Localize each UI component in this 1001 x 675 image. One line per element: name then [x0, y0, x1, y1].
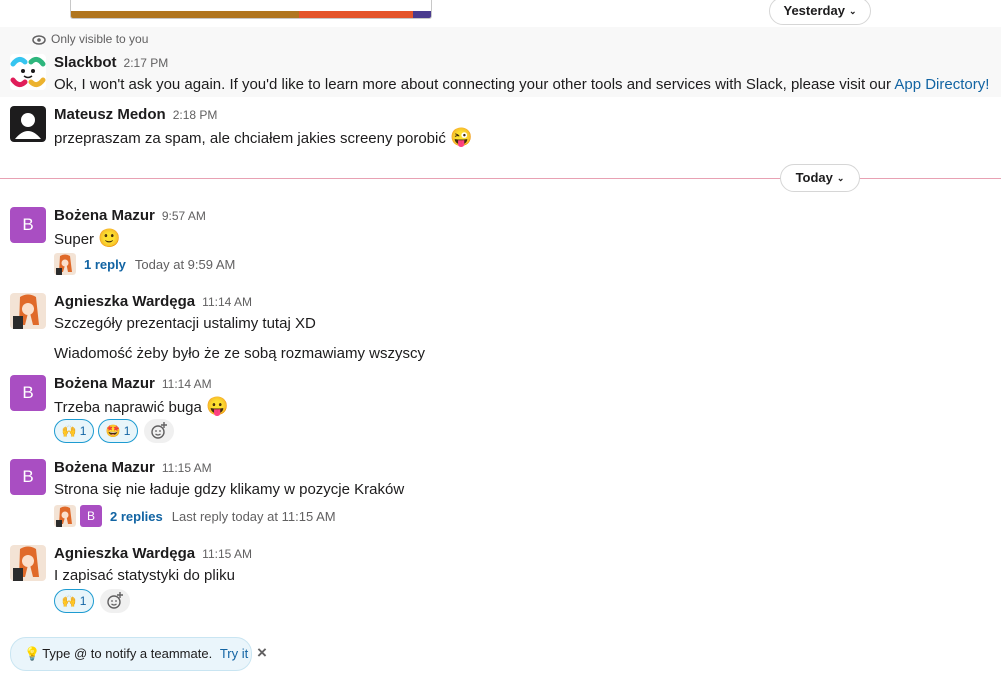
message-header: Mateusz Medon 2:18 PM	[54, 106, 217, 124]
timestamp[interactable]: 11:14 AM	[162, 377, 212, 391]
reaction-count: 1	[123, 424, 131, 438]
timestamp[interactable]: 11:15 AM	[162, 461, 212, 475]
raised-hands-emoji-icon: 🙌	[61, 424, 77, 438]
raised-hands-emoji-icon: 🙌	[61, 594, 77, 608]
reaction-raised-hands[interactable]: 🙌 1	[54, 589, 94, 613]
message-text: Trzeba naprawić buga 😛	[54, 396, 229, 416]
message-text: przepraszam za spam, ale chciałem jakies…	[54, 127, 473, 147]
thread-summary[interactable]: 1 reply Today at 9:59 AM	[54, 252, 235, 276]
timestamp[interactable]: 2:17 PM	[124, 56, 169, 70]
author-name[interactable]: Bożena Mazur	[54, 375, 155, 392]
message-header: Agnieszka Wardęga 11:14 AM	[54, 293, 252, 311]
tongue-wink-emoji-icon: 😜	[450, 127, 473, 147]
avatar-default[interactable]	[10, 106, 46, 142]
add-reaction-icon	[107, 592, 123, 609]
try-it-link[interactable]: Try it	[220, 646, 248, 661]
reaction-count: 1	[79, 424, 87, 438]
author-name[interactable]: Agnieszka Wardęga	[54, 545, 195, 562]
eye-icon	[32, 35, 46, 45]
add-reaction-button[interactable]	[144, 419, 174, 443]
timestamp[interactable]: 9:57 AM	[162, 209, 206, 223]
date-divider-yesterday[interactable]: Yesterday ⌄	[769, 0, 871, 25]
author-name[interactable]: Bożena Mazur	[54, 459, 155, 476]
message-header: Bożena Mazur 11:15 AM	[54, 459, 212, 477]
add-reaction-icon	[151, 422, 167, 439]
only-visible-note: Only visible to you	[32, 32, 148, 46]
author-name[interactable]: Bożena Mazur	[54, 207, 155, 224]
lightbulb-icon: 💡	[24, 646, 41, 661]
avatar[interactable]	[10, 545, 46, 581]
tongue-emoji-icon: 😛	[206, 396, 229, 416]
reaction-raised-hands[interactable]: 🙌 1	[54, 419, 94, 443]
add-reaction-button[interactable]	[100, 589, 130, 613]
message-header: Agnieszka Wardęga 11:15 AM	[54, 545, 252, 563]
bozena-thread-avatar: B	[80, 505, 102, 527]
bar-segment	[299, 11, 413, 18]
agnieszka-thread-avatar	[54, 505, 76, 527]
chevron-down-icon: ⌄	[848, 6, 857, 16]
date-divider-today[interactable]: Today ⌄	[780, 164, 860, 192]
message-text: Super 🙂	[54, 228, 121, 248]
message-text: Wiadomość żeby było że ze sobą rozmawiam…	[54, 345, 425, 362]
agnieszka-thread-avatar	[54, 253, 76, 275]
avatar[interactable]: B	[10, 375, 46, 411]
bar-segment	[71, 11, 299, 18]
message-text: Ok, I won't ask you again. If you'd like…	[54, 76, 990, 93]
message-text: I zapisać statystyki do pliku	[54, 567, 235, 584]
attachment-preview-bar	[70, 0, 432, 19]
star-struck-emoji-icon: 🤩	[105, 424, 121, 438]
reply-count-link[interactable]: 1 reply	[84, 257, 126, 272]
hint-text: Type @ to notify a teammate.	[42, 646, 213, 661]
avatar[interactable]	[10, 293, 46, 329]
message-text: Strona się nie ładuje gdzy klikamy w poz…	[54, 481, 405, 498]
reaction-star-struck[interactable]: 🤩 1	[98, 419, 138, 443]
author-name[interactable]: Mateusz Medon	[54, 106, 166, 123]
mention-hint-banner: 💡 Type @ to notify a teammate. Try it	[10, 637, 252, 671]
timestamp[interactable]: 2:18 PM	[173, 108, 218, 122]
reply-count-link[interactable]: 2 replies	[110, 509, 163, 524]
close-hint-icon[interactable]: ×	[257, 643, 267, 663]
avatar[interactable]: B	[10, 459, 46, 495]
avatar[interactable]: B	[10, 207, 46, 243]
timestamp[interactable]: 11:15 AM	[202, 547, 252, 561]
message-header: Bożena Mazur 9:57 AM	[54, 207, 206, 225]
bar-segment	[413, 11, 431, 18]
author-name[interactable]: Agnieszka Wardęga	[54, 293, 195, 310]
reaction-count: 1	[79, 594, 87, 608]
chevron-down-icon: ⌄	[836, 173, 845, 183]
timestamp[interactable]: 11:14 AM	[202, 295, 252, 309]
reply-timestamp: Last reply today at 11:15 AM	[171, 508, 336, 524]
app-directory-link[interactable]: App Directory!	[894, 76, 989, 93]
message-header: Bożena Mazur 11:14 AM	[54, 375, 212, 393]
thread-summary[interactable]: B 2 replies Last reply today at 11:15 AM	[54, 504, 336, 528]
message-header: Slackbot 2:17 PM	[54, 54, 168, 72]
author-name[interactable]: Slackbot	[54, 54, 117, 71]
message-text: Szczegóły prezentacji ustalimy tutaj XD	[54, 315, 316, 332]
reply-timestamp: Today at 9:59 AM	[134, 256, 236, 272]
slight-smile-emoji-icon: 🙂	[98, 228, 121, 248]
slackbot-avatar[interactable]	[10, 54, 46, 90]
